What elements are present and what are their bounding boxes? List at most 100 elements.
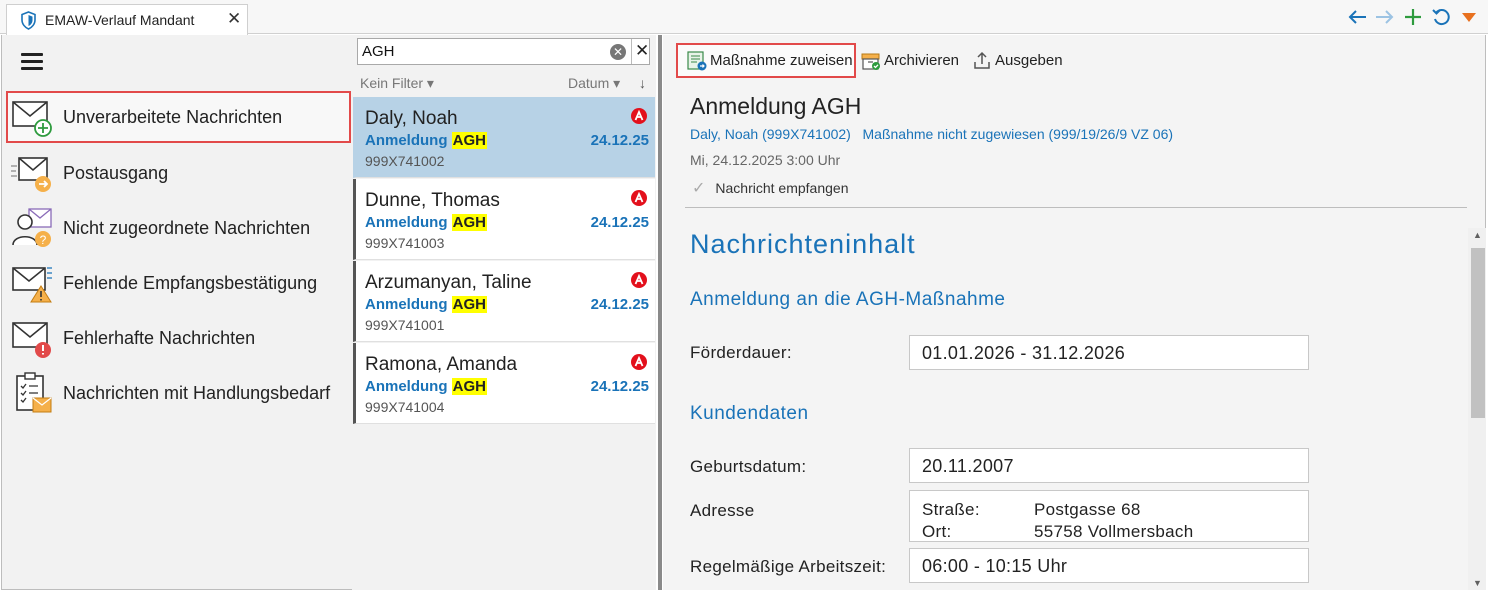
refresh-icon[interactable] (1430, 6, 1452, 28)
sidebar-item-label: Nachrichten mit Handlungsbedarf (63, 383, 331, 403)
assign-measure-label: Maßnahme zuweisen (710, 52, 853, 69)
message-id: 999X741001 (365, 317, 445, 333)
sidebar-item-fehlende-empfang[interactable]: Fehlende Empfangsbestätigung (6, 257, 351, 309)
search-highlight: AGH (451, 132, 488, 149)
archive-icon (861, 51, 881, 71)
sidebar-item-fehlerhafte[interactable]: Fehlerhafte Nachrichten (6, 312, 351, 364)
divider (685, 207, 1467, 208)
mail-add-icon (11, 96, 53, 138)
detail-pane: Maßnahme zuweisen Archivieren Ausgeben A… (663, 35, 1486, 590)
sidebar-item-unverarbeitete[interactable]: Unverarbeitete Nachrichten (6, 91, 351, 143)
list-item[interactable]: Dunne, Thomas Anmeldung AGH 24.12.25 999… (353, 179, 655, 260)
tab-title: EMAW-Verlauf Mandant (45, 12, 195, 28)
section-heading-kundendaten: Kundendaten (690, 403, 809, 424)
geburtsdatum-label: Geburtsdatum: (690, 457, 807, 476)
filter-dropdown[interactable]: Kein Filter ▾ (360, 75, 434, 92)
export-label: Ausgeben (995, 52, 1063, 69)
message-date: 24.12.25 (590, 132, 649, 149)
export-icon (972, 51, 992, 71)
assign-measure-icon (687, 50, 707, 71)
agency-logo-icon (631, 108, 647, 124)
pane-splitter[interactable] (656, 35, 663, 590)
sidebar-item-nicht-zugeordnet[interactable]: ? Nicht zugeordnete Nachrichten (6, 202, 351, 254)
message-title: Anmeldung AGH (690, 93, 862, 119)
scroll-down-icon[interactable]: ▼ (1473, 578, 1482, 588)
assign-measure-button[interactable]: Maßnahme zuweisen (676, 43, 856, 78)
agency-logo-icon (631, 354, 647, 370)
search-highlight: AGH (451, 296, 488, 313)
search-input[interactable] (358, 39, 598, 64)
adresse-label: Adresse (690, 501, 755, 520)
geburtsdatum-field: 20.11.2007 (909, 448, 1309, 483)
agency-logo-icon (631, 190, 647, 206)
search-separator (631, 39, 632, 64)
adresse-field: Straße: Postgasse 68 Ort: 55758 Vollmersba… (909, 490, 1309, 542)
scroll-up-icon[interactable]: ▲ (1473, 230, 1482, 240)
content-scrollbar[interactable]: ▲ ▼ (1468, 228, 1486, 590)
foerderdauer-label: Förderdauer: (690, 343, 792, 362)
add-icon[interactable] (1402, 6, 1424, 28)
message-links: Daly, Noah (999X741002) Maßnahme nicht z… (690, 126, 1173, 142)
arbeitszeit-field: 06:00 - 10:15 Uhr (909, 548, 1309, 583)
hamburger-menu-icon[interactable] (21, 53, 43, 71)
strasse-key: Straße: (922, 500, 980, 519)
sidebar-item-label: Nicht zugeordnete Nachrichten (63, 218, 311, 238)
ort-key: Ort: (922, 522, 952, 541)
section-heading-anmeldung: Anmeldung an die AGH-Maßnahme (690, 289, 1006, 310)
sender-name: Daly, Noah (365, 108, 458, 129)
archive-button[interactable]: Archivieren (861, 43, 959, 78)
scrollbar-thumb[interactable] (1471, 248, 1485, 418)
list-item[interactable]: Ramona, Amanda Anmeldung AGH 24.12.25 99… (353, 343, 655, 424)
foerderdauer-field: 01.01.2026 - 31.12.2026 (909, 335, 1309, 370)
shield-icon (20, 11, 37, 35)
message-content: Nachrichteninhalt Anmeldung an die AGH-M… (685, 217, 1468, 590)
search-highlight: AGH (451, 214, 488, 231)
message-id: 999X741002 (365, 153, 445, 169)
clipboard-mail-icon (11, 372, 53, 414)
sender-name: Arzumanyan, Taline (365, 272, 532, 293)
sidebar-item-label: Fehlerhafte Nachrichten (63, 328, 256, 348)
message-subject: Anmeldung AGH (365, 214, 488, 231)
sidebar-item-label: Unverarbeitete Nachrichten (63, 107, 283, 127)
sender-name: Ramona, Amanda (365, 354, 518, 375)
list-item[interactable]: Daly, Noah Anmeldung AGH 24.12.25 999X74… (353, 97, 655, 178)
message-list-pane: ✕ ✕ Kein Filter ▾ Datum ▾ ↓ Daly, Noah A… (352, 35, 656, 590)
ort-value: 55758 Vollmersbach (1034, 522, 1194, 541)
message-id: 999X741003 (365, 235, 445, 251)
checkmark-icon: ✓ (692, 180, 706, 197)
svg-text:?: ? (40, 233, 47, 247)
message-date: 24.12.25 (590, 214, 649, 231)
message-subject: Anmeldung AGH (365, 378, 488, 395)
sidebar: Unverarbeitete Nachrichten Postausgang ?… (1, 35, 352, 590)
measure-link[interactable]: Maßnahme nicht zugewiesen (999/19/26/9 V… (863, 126, 1174, 142)
filter-row: Kein Filter ▾ Datum ▾ ↓ (360, 75, 650, 93)
message-subject: Anmeldung AGH (365, 296, 488, 313)
archive-label: Archivieren (884, 52, 960, 69)
message-id: 999X741004 (365, 399, 445, 415)
search-box: ✕ ✕ (357, 38, 650, 65)
sidebar-item-label: Postausgang (63, 163, 169, 183)
mail-error-icon (11, 317, 53, 359)
list-item[interactable]: Arzumanyan, Taline Anmeldung AGH 24.12.2… (353, 261, 655, 342)
arbeitszeit-label: Regelmäßige Arbeitszeit: (690, 557, 887, 576)
sort-direction-icon[interactable]: ↓ (639, 75, 646, 91)
sidebar-item-postausgang[interactable]: Postausgang (6, 147, 351, 199)
mail-warning-icon (11, 262, 53, 304)
person-link[interactable]: Daly, Noah (999X741002) (690, 126, 851, 142)
sidebar-item-handlungsbedarf[interactable]: Nachrichten mit Handlungsbedarf (6, 367, 351, 419)
close-tab-icon[interactable]: ✕ (227, 9, 241, 29)
clear-search-icon[interactable]: ✕ (610, 44, 626, 60)
dropdown-caret-icon[interactable] (1458, 6, 1480, 28)
tab-bar: EMAW-Verlauf Mandant ✕ (0, 0, 1488, 35)
nav-toolbar (1346, 6, 1480, 28)
sort-dropdown[interactable]: Datum ▾ (568, 75, 620, 92)
search-highlight: AGH (451, 378, 488, 395)
agency-logo-icon (631, 272, 647, 288)
tab-emaw-verlauf[interactable]: EMAW-Verlauf Mandant ✕ (6, 4, 248, 35)
forward-arrow-icon[interactable] (1374, 6, 1396, 28)
message-status: ✓ Nachricht empfangen (692, 178, 848, 198)
export-button[interactable]: Ausgeben (972, 43, 1063, 78)
back-arrow-icon[interactable] (1346, 6, 1368, 28)
message-subject: Anmeldung AGH (365, 132, 488, 149)
close-search-icon[interactable]: ✕ (635, 41, 649, 61)
